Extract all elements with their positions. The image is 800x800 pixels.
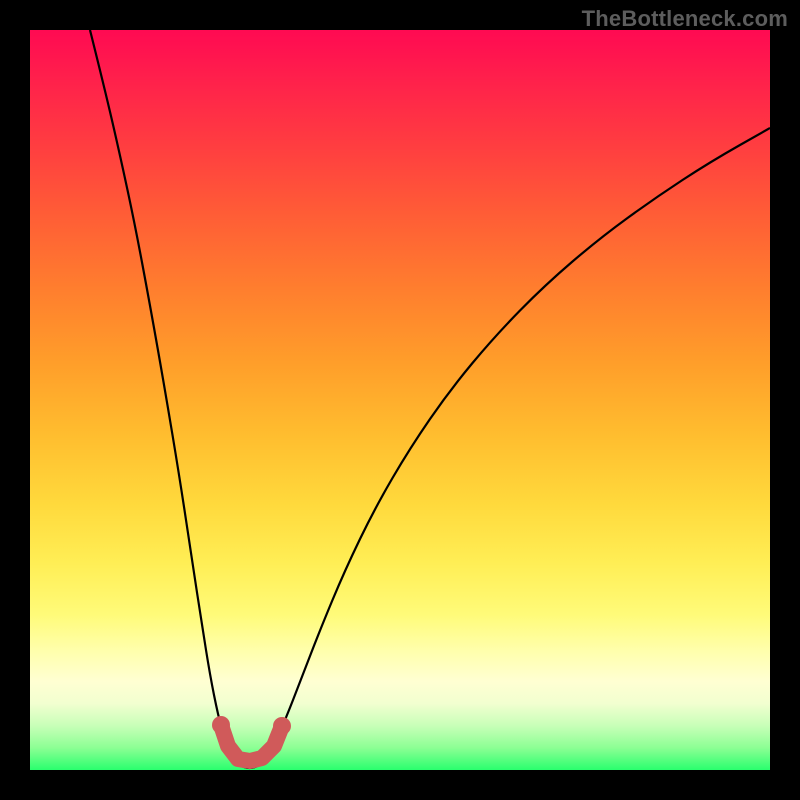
- series-v-curve: [90, 30, 770, 768]
- chart-frame: TheBottleneck.com: [0, 0, 800, 800]
- plot-area: [30, 30, 770, 770]
- watermark-text: TheBottleneck.com: [582, 6, 788, 32]
- marker-circle-1: [273, 717, 291, 735]
- curve-overlay: [30, 30, 770, 770]
- series-valley-marker: [221, 725, 282, 761]
- marker-circle-0: [212, 716, 230, 734]
